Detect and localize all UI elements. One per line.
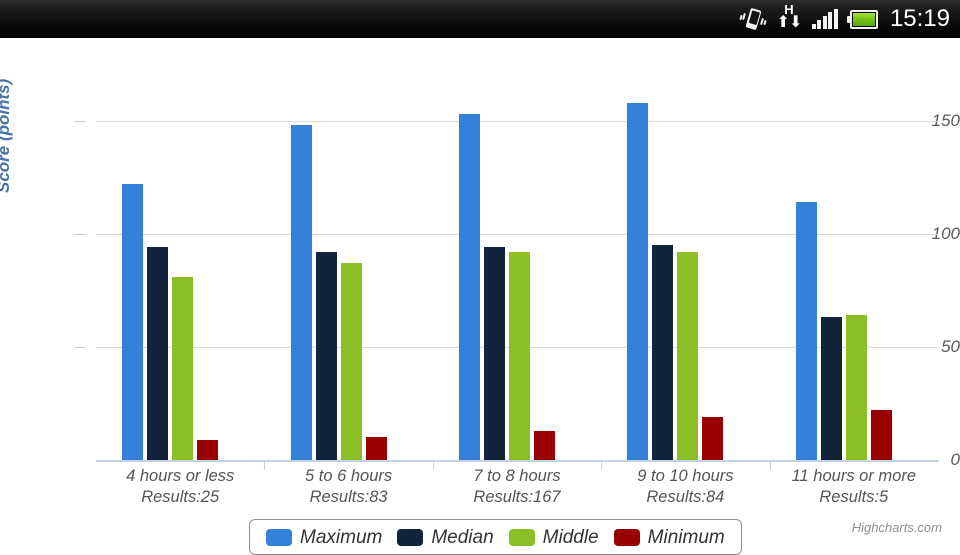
legend-label: Maximum xyxy=(300,526,383,548)
legend-swatch-icon xyxy=(613,528,640,546)
legend-label: Minimum xyxy=(647,526,725,548)
x-axis-category-label: 5 to 6 hours Results:83 xyxy=(264,466,432,508)
bar-median[interactable] xyxy=(483,247,505,460)
status-bar-clock: 15:19 xyxy=(889,4,950,32)
bar-maximum[interactable] xyxy=(795,202,817,460)
y-axis-tick-mark xyxy=(74,233,86,235)
legend-swatch-icon xyxy=(266,528,292,546)
bar-median[interactable] xyxy=(147,247,169,460)
bar-median[interactable] xyxy=(652,245,674,460)
x-axis-category-label: 9 to 10 hours Results:84 xyxy=(601,466,769,508)
category-results-count: Results:167 xyxy=(473,488,561,506)
x-axis-category-label: 4 hours or less Results:25 xyxy=(96,466,264,508)
category-name: 4 hours or less xyxy=(126,467,235,485)
chart-legend[interactable]: Maximum Median Middle Minimum xyxy=(249,519,742,555)
bar-group[interactable] xyxy=(770,98,938,460)
bar-group[interactable] xyxy=(601,98,769,460)
bar-middle[interactable] xyxy=(845,315,867,460)
legend-label: Middle xyxy=(542,526,599,548)
bar-minimum[interactable] xyxy=(365,437,387,460)
bar-maximum[interactable] xyxy=(122,183,144,460)
bar-group[interactable] xyxy=(433,98,601,460)
hspa-data-icon: H ⬆⬇ xyxy=(775,3,803,34)
category-name: 11 hours or more xyxy=(791,467,916,485)
bar-minimum[interactable] xyxy=(533,430,555,460)
x-axis-category-label: 11 hours or more Results:5 xyxy=(770,466,938,508)
bar-minimum[interactable] xyxy=(702,417,724,460)
legend-swatch-icon xyxy=(508,528,535,546)
bar-group[interactable] xyxy=(96,98,264,460)
highcharts-column-chart[interactable]: Score (points) 0 50 100 150 4 hours or less… xyxy=(0,38,960,555)
bar-minimum[interactable] xyxy=(870,410,892,460)
category-results-count: Results:84 xyxy=(646,488,725,506)
data-transfer-arrows-icon: ⬆⬇ xyxy=(776,14,803,31)
category-name: 9 to 10 hours xyxy=(637,467,734,485)
bar-maximum[interactable] xyxy=(458,113,480,460)
bar-minimum[interactable] xyxy=(197,439,219,460)
category-name: 5 to 6 hours xyxy=(305,467,393,485)
x-axis-category-label: 7 to 8 hours Results:167 xyxy=(433,466,601,508)
plot-area[interactable] xyxy=(96,98,938,460)
y-axis-tick-mark xyxy=(74,120,86,122)
category-results-count: Results:83 xyxy=(309,488,388,506)
category-name: 7 to 8 hours xyxy=(473,467,561,485)
bar-middle[interactable] xyxy=(677,251,699,460)
legend-item-minimum[interactable]: Minimum xyxy=(613,526,725,548)
legend-swatch-icon xyxy=(397,528,424,546)
bar-middle[interactable] xyxy=(340,263,362,460)
x-axis-line xyxy=(96,460,939,462)
bar-median[interactable] xyxy=(820,317,842,460)
legend-item-middle[interactable]: Middle xyxy=(508,526,599,548)
category-results-count: Results:5 xyxy=(819,488,889,506)
bar-middle[interactable] xyxy=(172,276,194,460)
status-bar-icon-group: H ⬆⬇ 15:19 xyxy=(739,0,950,38)
vibrate-icon xyxy=(739,6,767,32)
legend-label: Median xyxy=(431,526,494,548)
legend-item-median[interactable]: Median xyxy=(397,526,494,548)
bar-middle[interactable] xyxy=(508,251,530,460)
android-status-bar[interactable]: H ⬆⬇ 15:19 xyxy=(0,0,960,38)
category-results-count: Results:25 xyxy=(141,488,220,506)
battery-icon xyxy=(846,9,878,29)
y-axis-title: Score (points) xyxy=(0,78,13,193)
bar-maximum[interactable] xyxy=(290,125,312,460)
credits-label[interactable]: Highcharts.com xyxy=(852,520,942,535)
bar-group[interactable] xyxy=(264,98,432,460)
signal-strength-icon xyxy=(811,9,838,29)
bar-maximum[interactable] xyxy=(627,102,649,460)
legend-item-maximum[interactable]: Maximum xyxy=(266,528,382,547)
bar-median[interactable] xyxy=(315,251,337,460)
y-axis-tick-mark xyxy=(74,346,86,348)
